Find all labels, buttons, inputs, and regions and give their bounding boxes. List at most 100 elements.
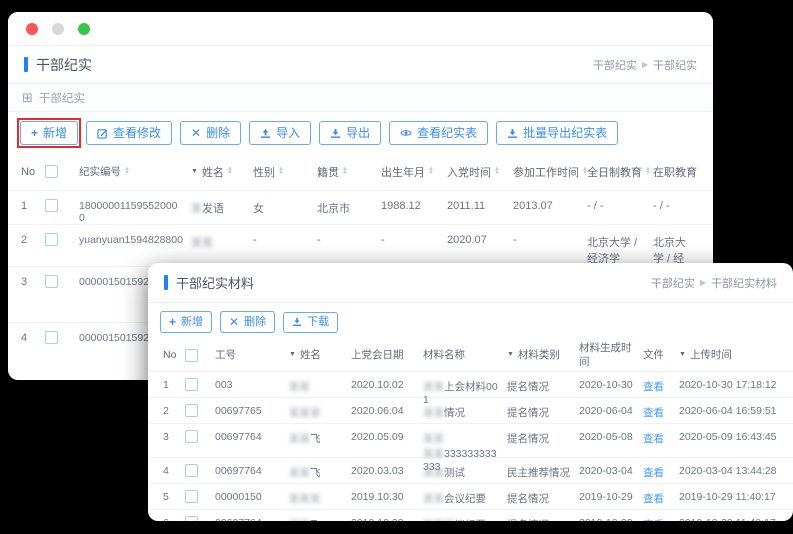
material-category-cell: 提名情况 <box>502 398 574 422</box>
sort-icon[interactable]: ▲▼ <box>278 168 284 175</box>
materials-toolbar: + 新增 ✕ 删除 下载 <box>148 303 793 340</box>
table-row[interactable]: 6 00697764 某某飞 2019.10.30 某某某议纪要 提名情况 20… <box>148 510 793 521</box>
col-upload-time: ▼上传时间 <box>674 347 786 364</box>
sort-icon[interactable]: ▲▼ <box>494 168 500 175</box>
view-file-link[interactable]: 查看 <box>643 493 664 505</box>
row-checkbox[interactable] <box>45 331 58 344</box>
gender-cell: 女 <box>248 191 312 218</box>
row-checkbox[interactable] <box>185 464 198 477</box>
name-cell: 某某飞 <box>284 458 346 482</box>
generated-time-cell: 2019-10-29 <box>574 484 638 505</box>
sort-icon[interactable]: ▲▼ <box>342 168 348 175</box>
export-button[interactable]: 导出 <box>319 121 381 145</box>
generated-time-cell: 2020-10-30 <box>574 372 638 393</box>
view-file-link[interactable]: 查看 <box>643 519 664 521</box>
table-grid-icon: ⊞ <box>22 91 33 104</box>
close-window-button[interactable] <box>26 23 38 35</box>
view-file-link[interactable]: 查看 <box>643 433 664 445</box>
table-row[interactable]: 2 00697765 某某某 2020.06.04 某某情况 提名情况 2020… <box>148 398 793 424</box>
upload-time-cell: 2020-05-09 16:43:45 <box>674 424 786 445</box>
fulltime-edu-cell: 北京大学 / 经济学 <box>582 225 648 268</box>
name-cell: 某某 <box>284 372 346 396</box>
page-title: 干部纪实 <box>36 55 92 75</box>
col-birth: 出生年月▲▼ <box>376 162 442 182</box>
col-meeting-date: 上党会日期 <box>346 347 418 364</box>
birth-cell: 1988.12 <box>376 191 442 214</box>
filter-icon[interactable]: ▼ <box>191 168 198 175</box>
select-all-checkbox[interactable] <box>185 349 198 362</box>
view-record-sheet-button[interactable]: 查看纪实表 <box>389 121 488 145</box>
upload-time-cell: 2020-06-04 16:59:51 <box>674 398 786 419</box>
row-checkbox[interactable] <box>45 233 58 246</box>
row-checkbox[interactable] <box>185 516 198 521</box>
view-file-link[interactable]: 查看 <box>643 381 664 393</box>
meeting-date-cell: 2019.10.30 <box>346 510 418 521</box>
col-party-join: 入党时间▲▼ <box>442 162 508 182</box>
material-category-cell: 提名情况 <box>502 484 574 508</box>
view-edit-button-label: 查看修改 <box>113 127 161 139</box>
import-button[interactable]: 导入 <box>249 121 311 145</box>
filter-icon[interactable]: ▼ <box>679 351 686 360</box>
emp-id-cell: 00697764 <box>210 424 284 445</box>
row-checkbox[interactable] <box>185 404 198 417</box>
upload-time-cell: 2020-10-30 17:18:12 <box>674 372 786 393</box>
breadcrumb-parent[interactable]: 干部纪实 <box>651 275 695 291</box>
col-fulltime-edu: 全日制教育▲▼ <box>582 162 648 182</box>
sort-icon[interactable]: ▲▼ <box>428 168 434 175</box>
materials-page-header: 干部纪实材料 干部纪实 ▶ 干部纪实材料 <box>148 263 793 303</box>
row-checkbox[interactable] <box>45 275 58 288</box>
col-no: No <box>16 164 40 180</box>
materials-page-title: 干部纪实材料 <box>176 273 254 292</box>
breadcrumb-current: 干部纪实材料 <box>711 275 777 291</box>
material-name-cell: 某某会议纪要 <box>418 484 502 508</box>
name-cell: 某某某 <box>284 484 346 508</box>
filter-icon[interactable]: ▼ <box>507 351 514 360</box>
sort-icon[interactable]: ▲▼ <box>227 168 233 175</box>
view-file-link[interactable]: 查看 <box>643 467 664 479</box>
emp-id-cell: 003 <box>210 372 284 393</box>
meeting-date-cell: 2020.06.04 <box>346 398 418 419</box>
view-edit-button[interactable]: 查看修改 <box>86 121 172 145</box>
row-checkbox[interactable] <box>185 378 198 391</box>
batch-export-button[interactable]: 批量导出纪实表 <box>496 121 618 145</box>
window-titlebar <box>8 12 713 46</box>
view-file-link[interactable]: 查看 <box>643 407 664 419</box>
download-button[interactable]: 下载 <box>283 312 338 333</box>
table-row[interactable]: 1 180000011595520000 某发语 女 北京市 1988.12 2… <box>8 191 713 225</box>
row-checkbox[interactable] <box>45 199 58 212</box>
select-all-checkbox[interactable] <box>45 165 58 178</box>
sort-icon[interactable]: ▲▼ <box>124 168 130 175</box>
table-row[interactable]: 5 00000150 某某某 2019.10.30 某某会议纪要 提名情况 20… <box>148 484 793 510</box>
emp-id-cell: 00697764 <box>210 510 284 521</box>
row-checkbox[interactable] <box>185 490 198 503</box>
table-row[interactable]: 3 00697764 某某飞 2020.05.09 某某某某3333333333… <box>148 424 793 458</box>
section-bar: ⊞ 干部纪实 <box>8 84 713 112</box>
export-icon <box>330 128 341 139</box>
delete-material-button[interactable]: ✕ 删除 <box>220 311 275 333</box>
material-category-cell: 提名情况 <box>502 372 574 396</box>
maximize-window-button[interactable] <box>78 23 90 35</box>
upload-time-cell: 2019-10-29 11:40:17 <box>674 484 786 505</box>
generated-time-cell: 2019-10-29 <box>574 510 638 521</box>
add-button[interactable]: + 新增 <box>20 121 78 145</box>
add-material-button[interactable]: + 新增 <box>160 311 212 333</box>
party-join-cell: 2011.11 <box>442 191 508 214</box>
filter-icon[interactable]: ▼ <box>289 351 296 360</box>
native-place-cell: - <box>312 225 376 248</box>
breadcrumb-parent[interactable]: 干部纪实 <box>593 57 637 73</box>
table-row[interactable]: 2 yuanyuan1594828800 某某 - - - 2020.07 - … <box>8 225 713 267</box>
table-row[interactable]: 1 003 某某 2020.10.02 某某上会材料001 提名情况 2020-… <box>148 372 793 398</box>
minimize-window-button[interactable] <box>52 23 64 35</box>
page-header: 干部纪实 干部纪实 ▶ 干部纪实 <box>8 46 713 84</box>
generated-time-cell: 2020-06-04 <box>574 398 638 419</box>
row-index: 2 <box>16 225 40 248</box>
row-checkbox[interactable] <box>185 430 198 443</box>
close-icon: ✕ <box>229 316 239 328</box>
work-start-cell: 2013.07 <box>508 191 582 214</box>
row-index: 4 <box>158 458 180 479</box>
breadcrumb-current: 干部纪实 <box>653 57 697 73</box>
table-row[interactable]: 4 00697764 某某飞 2020.03.03 某某测试 民主推荐情况 20… <box>148 458 793 484</box>
delete-button[interactable]: ✕ 删除 <box>180 121 241 145</box>
col-emp-id: 工号 <box>210 347 284 364</box>
materials-table: No 工号 ▼姓名 上党会日期 材料名称 ▼材料类别 材料生成时间 文件 ▼上传… <box>148 340 793 521</box>
